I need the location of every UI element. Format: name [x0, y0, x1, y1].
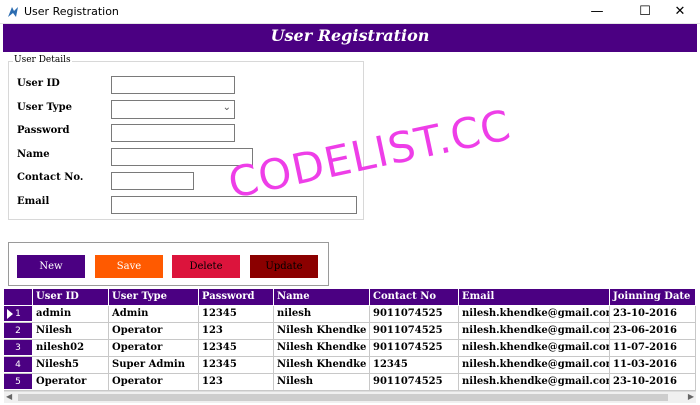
group-legend: User Details	[13, 55, 72, 65]
cell-user-type[interactable]: Operator	[109, 340, 199, 356]
table-row[interactable]: 5 Operator Operator 123 Nilesh 901107452…	[4, 374, 696, 391]
page-title: User Registration	[270, 26, 430, 45]
cell-email[interactable]: nilesh.khendke@gmail.com	[459, 323, 610, 339]
cell-joining-date[interactable]: 23-10-2016	[610, 306, 696, 322]
email-label: Email	[17, 196, 50, 207]
cell-user-type[interactable]: Super Admin	[109, 357, 199, 373]
cell-email[interactable]: nilesh.khendke@gmail.com	[459, 357, 610, 373]
user-id-field[interactable]	[111, 76, 235, 94]
cell-user-type[interactable]: Admin	[109, 306, 199, 322]
cell-password[interactable]: 12345	[199, 306, 274, 322]
cell-user-type[interactable]: Operator	[109, 374, 199, 390]
cell-name[interactable]: Nilesh	[274, 374, 370, 390]
cell-user-id[interactable]: admin	[33, 306, 109, 322]
column-header-label: Email	[462, 291, 495, 302]
cell-name[interactable]: Nilesh Khendke	[274, 323, 370, 339]
column-header-joining-date[interactable]: Joinning Date	[610, 289, 696, 305]
new-button[interactable]: New	[17, 255, 85, 278]
user-id-label: User ID	[17, 78, 60, 89]
cell-name[interactable]: Nilesh Khendke	[274, 340, 370, 356]
contact-label: Contact No.	[17, 172, 84, 183]
column-header-label: Name	[277, 291, 310, 302]
cell-joining-date[interactable]: 11-03-2016	[610, 357, 696, 373]
cell-email[interactable]: nilesh.khendke@gmail.com	[459, 340, 610, 356]
window-titlebar: User Registration — ☐ ✕	[0, 0, 700, 24]
cell-contact[interactable]: 9011074525	[370, 323, 459, 339]
scroll-thumb[interactable]	[18, 394, 668, 401]
cell-joining-date[interactable]: 23-10-2016	[610, 374, 696, 390]
cell-contact[interactable]: 12345	[370, 357, 459, 373]
table-row[interactable]: 1 admin Admin 12345 nilesh 9011074525 ni…	[4, 306, 696, 323]
minimize-button[interactable]: —	[574, 0, 620, 24]
row-header[interactable]: 5	[4, 374, 32, 390]
cell-user-id[interactable]: Nilesh	[33, 323, 109, 339]
column-header-label: Joinning Date	[613, 291, 691, 302]
table-row[interactable]: 2 Nilesh Operator 123 Nilesh Khendke 901…	[4, 323, 696, 340]
window-title: User Registration	[24, 5, 119, 18]
contact-field[interactable]	[111, 172, 194, 190]
column-header-label: User Type	[112, 291, 167, 302]
password-field[interactable]	[111, 124, 235, 142]
column-header-label: Contact No	[373, 291, 436, 302]
row-header[interactable]: 4	[4, 357, 32, 373]
column-header-contact[interactable]: Contact No	[370, 289, 459, 305]
scroll-left-icon[interactable]: ◀	[6, 392, 12, 401]
close-button[interactable]: ✕	[660, 0, 700, 24]
cell-joining-date[interactable]: 11-07-2016	[610, 340, 696, 356]
row-pointer-icon	[7, 309, 13, 319]
action-buttons-panel: New Save Delete Update	[8, 242, 329, 286]
column-header-user-type[interactable]: User Type	[109, 289, 199, 305]
user-type-label: User Type	[17, 102, 72, 113]
horizontal-scrollbar[interactable]: ◀ ▶	[4, 391, 696, 403]
user-type-select[interactable]: ⌄	[111, 100, 235, 119]
cell-user-id[interactable]: nilesh02	[33, 340, 109, 356]
scroll-right-icon[interactable]: ▶	[688, 392, 694, 401]
column-header-password[interactable]: Password	[199, 289, 274, 305]
cell-joining-date[interactable]: 23-06-2016	[610, 323, 696, 339]
cell-name[interactable]: nilesh	[274, 306, 370, 322]
cell-user-type[interactable]: Operator	[109, 323, 199, 339]
row-header[interactable]: 3	[4, 340, 32, 356]
column-header-label: User ID	[36, 291, 79, 302]
cell-password[interactable]: 12345	[199, 357, 274, 373]
name-label: Name	[17, 149, 50, 160]
column-header-name[interactable]: Name	[274, 289, 370, 305]
save-button[interactable]: Save	[95, 255, 163, 278]
app-logo-icon	[8, 7, 18, 17]
password-label: Password	[17, 125, 70, 136]
column-header-email[interactable]: Email	[459, 289, 610, 305]
row-header[interactable]: 2	[4, 323, 32, 339]
cell-contact[interactable]: 9011074525	[370, 340, 459, 356]
column-header-label: Password	[202, 291, 255, 302]
cell-password[interactable]: 12345	[199, 340, 274, 356]
column-header-user-id[interactable]: User ID	[33, 289, 109, 305]
row-number: 1	[15, 309, 21, 319]
grid-corner-header	[4, 289, 33, 305]
cell-password[interactable]: 123	[199, 374, 274, 390]
users-grid[interactable]: User ID User Type Password Name Contact …	[4, 289, 696, 391]
cell-contact[interactable]: 9011074525	[370, 306, 459, 322]
table-row[interactable]: 4 Nilesh5 Super Admin 12345 Nilesh Khend…	[4, 357, 696, 374]
cell-contact[interactable]: 9011074525	[370, 374, 459, 390]
cell-user-id[interactable]: Operator	[33, 374, 109, 390]
table-row[interactable]: 3 nilesh02 Operator 12345 Nilesh Khendke…	[4, 340, 696, 357]
update-button[interactable]: Update	[250, 255, 318, 278]
cell-email[interactable]: nilesh.khendke@gmail.com	[459, 306, 610, 322]
cell-email[interactable]: nilesh.khendke@gmail.com	[459, 374, 610, 390]
form-header: User Registration	[3, 24, 697, 52]
cell-name[interactable]: Nilesh Khendke	[274, 357, 370, 373]
cell-password[interactable]: 123	[199, 323, 274, 339]
row-header[interactable]: 1	[4, 306, 32, 322]
chevron-down-icon[interactable]: ⌄	[223, 102, 231, 113]
cell-user-id[interactable]: Nilesh5	[33, 357, 109, 373]
delete-button[interactable]: Delete	[172, 255, 240, 278]
